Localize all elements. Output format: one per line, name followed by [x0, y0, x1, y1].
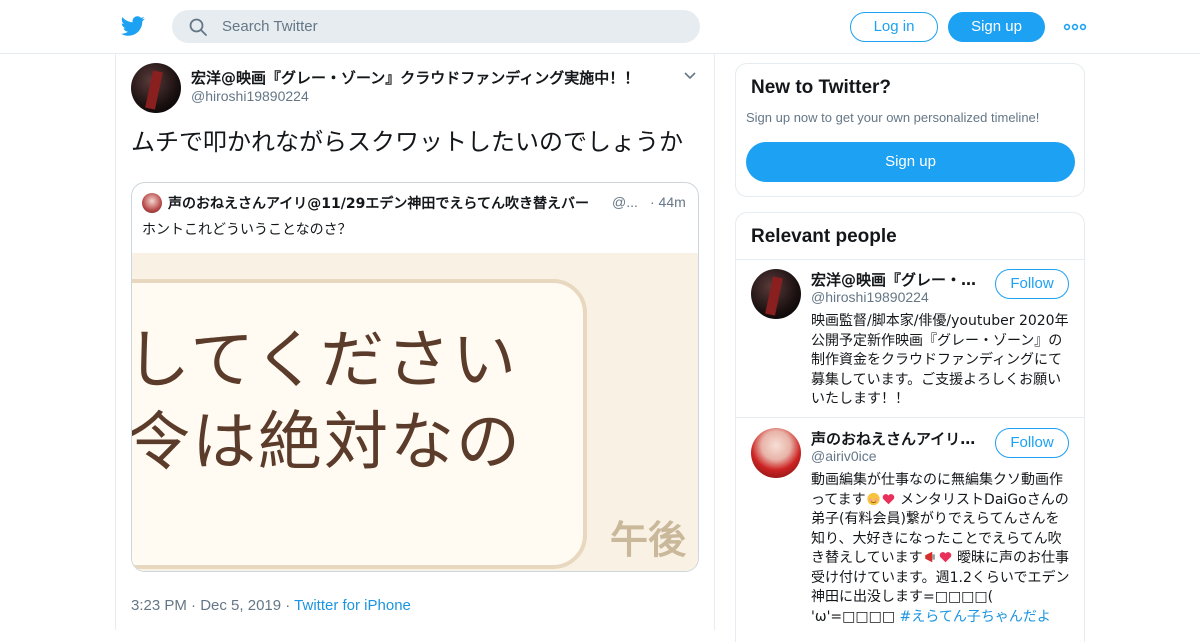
tweet-column: 宏洋@映画『グレー・ゾーン』クラウドファンディング実施中！！ @hiroshi1…: [115, 54, 715, 630]
top-navigation-bar: Log in Sign up: [0, 0, 1200, 54]
author-avatar[interactable]: [131, 63, 181, 113]
login-button[interactable]: Log in: [850, 12, 938, 42]
search-input[interactable]: [222, 10, 682, 43]
person-item[interactable]: 声のおねえさんアイリ… @airiv0ice Follow 動画編集が仕事なのに…: [736, 418, 1084, 642]
author-handle[interactable]: @hiroshi19890224: [191, 88, 309, 104]
blushing-face-emoji-icon: [866, 492, 880, 505]
person-bio: 動画編集が仕事なのに無編集クソ動画作ってます メンタリストDaiGoさんの弟子(…: [811, 471, 1073, 627]
quoted-timestamp: · 44m: [650, 194, 686, 210]
person-avatar[interactable]: [751, 269, 801, 319]
person-name[interactable]: 声のおねえさんアイリ…: [811, 428, 975, 449]
new-to-twitter-card: New to Twitter? Sign up now to get your …: [735, 63, 1085, 197]
follow-button[interactable]: Follow: [995, 428, 1069, 458]
tweet-source-link[interactable]: Twitter for iPhone: [294, 597, 411, 614]
new-to-twitter-title: New to Twitter?: [751, 77, 892, 98]
sparkling-heart-emoji-icon: [882, 493, 894, 504]
person-bio: 映画監督/脚本家/俳優/youtuber 2020年公開予定新作映画『グレー・ゾ…: [811, 313, 1069, 407]
person-handle[interactable]: @hiroshi19890224: [811, 289, 929, 305]
new-to-twitter-subtitle: Sign up now to get your own personalized…: [746, 110, 1040, 125]
person-item[interactable]: 宏洋@映画『グレー・… @hiroshi19890224 Follow 映画監督…: [736, 260, 1084, 416]
image-corner-text: 午後: [610, 518, 687, 562]
more-dots-icon[interactable]: [1063, 18, 1087, 36]
meta-separator: ·: [281, 597, 295, 614]
author-name[interactable]: 宏洋@映画『グレー・ゾーン』クラウドファンディング実施中！！: [191, 67, 639, 88]
tweet-metadata: 3:23 PM · Dec 5, 2019 · Twitter for iPho…: [131, 597, 411, 614]
signup-button-header[interactable]: Sign up: [948, 12, 1045, 42]
quoted-author-avatar: [142, 193, 162, 213]
search-icon: [189, 18, 207, 36]
twitter-bird-icon[interactable]: [120, 14, 146, 38]
image-text-line-2: 令は絶対なの: [132, 406, 522, 480]
relevant-people-title: Relevant people: [751, 226, 897, 247]
hashtag-link[interactable]: #えらてん子ちゃんだよ: [900, 609, 1051, 625]
person-handle[interactable]: @airiv0ice: [811, 448, 877, 464]
quoted-tweet-text: ホントこれどういうことなのさ？: [142, 222, 352, 238]
person-avatar[interactable]: [751, 428, 801, 478]
person-name[interactable]: 宏洋@映画『グレー・…: [811, 269, 976, 290]
follow-button[interactable]: Follow: [995, 269, 1069, 299]
quoted-tweet[interactable]: 声のおねえさんアイリ@11/29エデン神田でえらてん吹き替えバー @... · …: [131, 182, 699, 572]
quoted-author-handle: @...: [612, 194, 638, 210]
sparkling-heart-emoji-icon: [939, 552, 951, 563]
quoted-tweet-image[interactable]: してください 令は絶対なの 午後: [132, 253, 698, 571]
meta-separator: ·: [186, 597, 201, 614]
relevant-people-card: Relevant people 宏洋@映画『グレー・… @hiroshi1989…: [735, 212, 1085, 642]
tweet-date[interactable]: Dec 5, 2019: [200, 597, 281, 614]
search-bar[interactable]: [172, 10, 700, 43]
quoted-author-name: 声のおねえさんアイリ@11/29エデン神田でえらてん吹き替えバー: [168, 196, 589, 212]
chevron-down-icon[interactable]: [682, 68, 698, 84]
tweet-text: ムチで叩かれながらスクワットしたいのでしょうか: [131, 128, 683, 156]
megaphone-emoji-icon: [924, 551, 935, 563]
tweet-time[interactable]: 3:23 PM: [131, 597, 187, 614]
image-text-line-1: してください: [132, 324, 519, 398]
signup-button-card[interactable]: Sign up: [746, 142, 1075, 182]
